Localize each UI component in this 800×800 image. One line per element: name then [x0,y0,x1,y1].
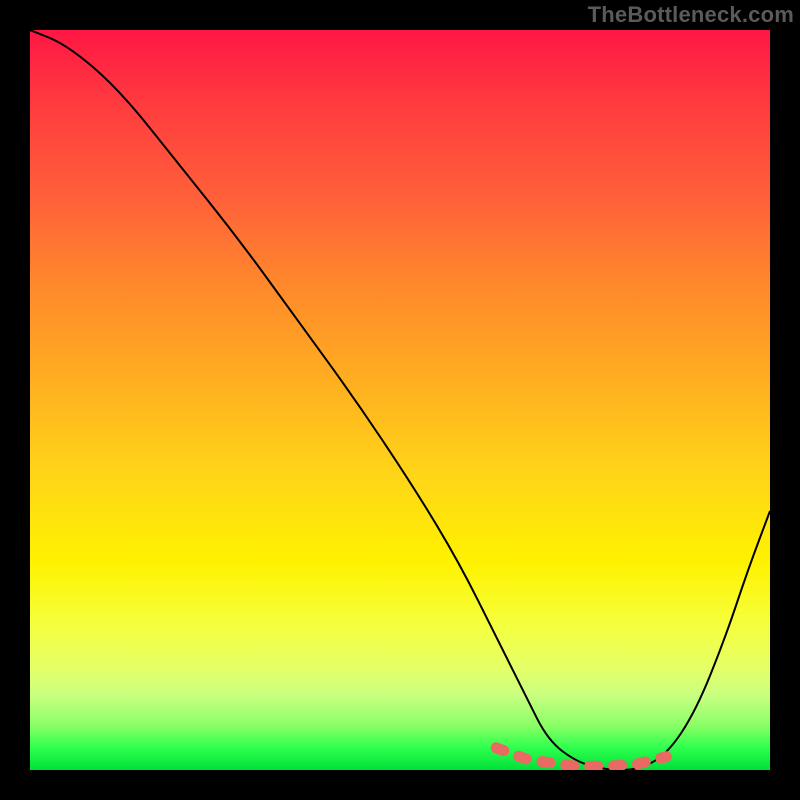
watermark-text: TheBottleneck.com [588,2,794,28]
bottleneck-curve [30,30,770,770]
chart-svg [30,30,770,770]
plot-area [30,30,770,770]
chart-frame: TheBottleneck.com [0,0,800,800]
